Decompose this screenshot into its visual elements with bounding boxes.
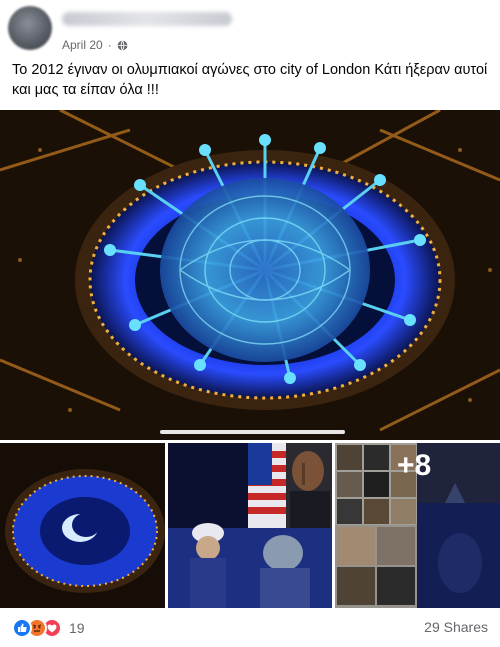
photo-thumbnail-2[interactable]	[168, 443, 332, 608]
author-name-blurred[interactable]	[62, 12, 232, 26]
stadium-image	[0, 443, 165, 608]
post-footer: 19 29 Shares	[0, 612, 500, 644]
author-avatar[interactable]	[8, 6, 52, 50]
ceremony-collage-image	[168, 443, 332, 608]
reactions-summary[interactable]: 19	[12, 618, 85, 638]
more-photos-overlay[interactable]: +8	[335, 443, 500, 608]
main-photo[interactable]	[0, 110, 500, 440]
stadium-virus-image	[0, 110, 500, 440]
shares-count[interactable]: 29 Shares	[424, 619, 488, 635]
reaction-count: 19	[69, 620, 85, 636]
post-date[interactable]: April 20	[62, 38, 103, 52]
photo-thumbnail-3[interactable]: +8	[335, 443, 500, 608]
post-meta: April 20 ·	[62, 38, 128, 52]
post-text: Το 2012 έγιναν οι ολυμπιακοί αγώνες στο …	[12, 62, 488, 98]
globe-icon[interactable]	[117, 39, 128, 51]
meta-separator: ·	[107, 38, 112, 52]
like-icon	[12, 618, 32, 638]
more-photos-count: +8	[397, 449, 432, 482]
post-header: April 20 ·	[0, 0, 500, 60]
photo-thumbnail-1[interactable]	[0, 443, 165, 608]
